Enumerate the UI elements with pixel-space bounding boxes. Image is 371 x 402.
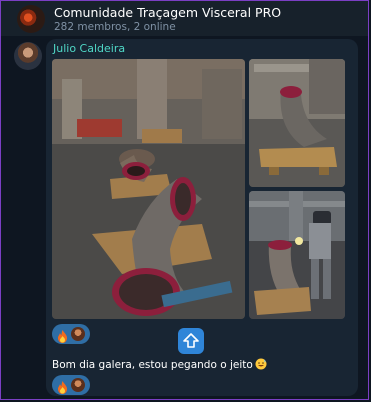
sender-name[interactable]: Julio Caldeira xyxy=(53,42,125,55)
group-title[interactable]: Comunidade Traçagem Visceral PRO xyxy=(54,5,281,20)
reactor-avatar xyxy=(71,378,85,392)
fire-icon xyxy=(57,328,68,343)
reactions-pill[interactable] xyxy=(52,324,90,344)
message-text: Bom dia galera, estou pegando o jeito xyxy=(52,358,267,371)
message-text-content: Bom dia galera, estou pegando o jeito xyxy=(52,359,253,371)
photo-pipe-elbow-on-pallet[interactable] xyxy=(249,59,345,187)
scroll-down-button[interactable] xyxy=(178,328,204,354)
reactions-pill[interactable] xyxy=(52,375,90,395)
arrow-up-icon xyxy=(183,333,199,348)
chat-header[interactable]: Comunidade Traçagem Visceral PRO 282 mem… xyxy=(1,1,368,36)
sender-avatar[interactable] xyxy=(14,42,42,70)
group-member-count: 282 membros, 2 online xyxy=(54,21,176,33)
photo-pipe-elbows-workshop[interactable] xyxy=(52,59,245,319)
photo-welder-at-pipe-elbow[interactable] xyxy=(249,191,345,319)
reactor-avatar xyxy=(71,327,85,341)
grinning-sweat-icon xyxy=(255,358,267,370)
fire-icon xyxy=(57,379,68,394)
group-avatar[interactable] xyxy=(17,5,45,33)
